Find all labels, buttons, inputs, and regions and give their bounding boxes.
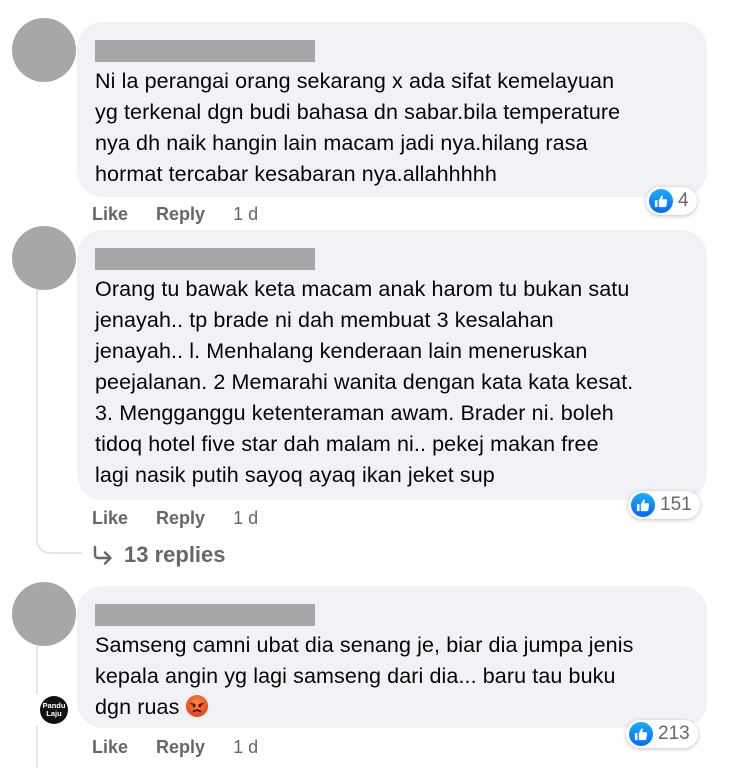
comment-timestamp[interactable]: 1 d: [233, 508, 258, 529]
like-button[interactable]: Like: [92, 508, 128, 529]
comment-bubble: Ni la perangai orang sekarang x ada sifa…: [77, 22, 707, 197]
commenter-avatar[interactable]: [12, 18, 76, 82]
redacted-commenter-name[interactable]: [95, 604, 315, 626]
comment-actions: Like Reply 1 d: [92, 508, 258, 529]
badge-text: Pandu Laju: [42, 701, 66, 718]
reply-button[interactable]: Reply: [156, 508, 205, 529]
comment-timestamp[interactable]: 1 d: [233, 204, 258, 225]
reaction-summary[interactable]: 213: [626, 720, 698, 748]
page-badge: Pandu Laju: [40, 696, 68, 724]
angry-face-emoji: [185, 695, 208, 717]
thread-line: [36, 646, 38, 694]
comment-timestamp[interactable]: 1 d: [233, 737, 258, 758]
reaction-count: 151: [660, 494, 692, 515]
thread-line: [36, 726, 38, 768]
reply-button[interactable]: Reply: [156, 204, 205, 225]
thread-connector: [36, 530, 82, 554]
like-icon: [631, 493, 655, 517]
comment-actions: Like Reply 1 d: [92, 204, 258, 225]
comment-text: Samseng camni ubat dia senang je, biar d…: [95, 630, 687, 723]
comment-text-body: Samseng camni ubat dia senang je, biar d…: [95, 633, 634, 719]
comment-actions: Like Reply 1 d: [92, 737, 258, 758]
comment-text: Ni la perangai orang sekarang x ada sifa…: [95, 69, 621, 186]
like-button[interactable]: Like: [92, 737, 128, 758]
like-icon: [649, 189, 673, 213]
redacted-commenter-name[interactable]: [95, 248, 315, 270]
comment-text: Orang tu bawak keta macam anak harom tu …: [95, 277, 634, 487]
reply-button[interactable]: Reply: [156, 737, 205, 758]
comment-bubble: Orang tu bawak keta macam anak harom tu …: [77, 230, 707, 500]
redacted-commenter-name[interactable]: [95, 40, 315, 62]
reaction-count: 4: [678, 190, 689, 211]
thread-line: [36, 290, 38, 530]
replies-count-label[interactable]: 13 replies: [124, 542, 226, 568]
like-icon: [629, 722, 653, 746]
view-replies-link[interactable]: 13 replies: [92, 542, 226, 568]
reaction-summary[interactable]: 4: [646, 187, 697, 215]
reaction-count: 213: [658, 723, 690, 744]
comment-bubble: Samseng camni ubat dia senang je, biar d…: [77, 586, 707, 728]
reply-arrow-icon: [93, 545, 112, 565]
reaction-summary[interactable]: 151: [628, 491, 700, 519]
commenter-avatar[interactable]: [12, 582, 76, 646]
like-button[interactable]: Like: [92, 204, 128, 225]
commenter-avatar[interactable]: [12, 226, 76, 290]
